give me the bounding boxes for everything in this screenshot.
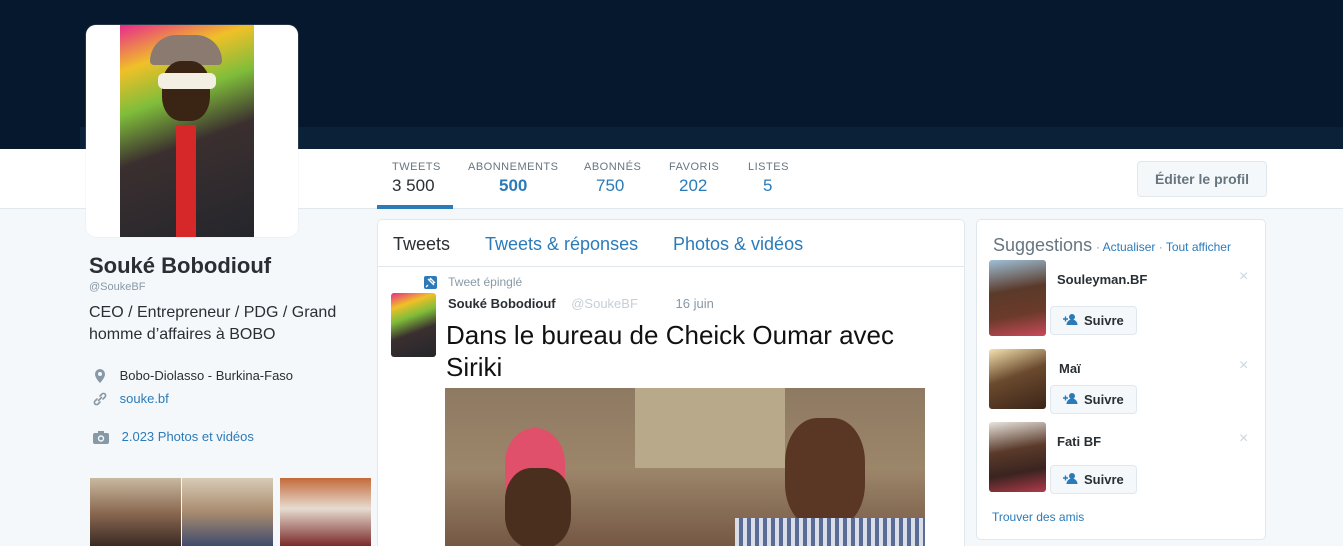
stat-label: ABONNEMENTS — [468, 161, 559, 173]
find-friends-link[interactable]: Trouver des amis — [992, 510, 1084, 524]
photo-person-right — [785, 418, 865, 528]
stat-value: 202 — [679, 176, 708, 195]
edit-profile-button[interactable]: Éditer le profil — [1137, 161, 1267, 197]
stat-value: 5 — [763, 176, 773, 195]
stat-label: FAVORIS — [669, 161, 720, 173]
profile-location: Bobo-Diolasso - Burkina-Faso — [92, 367, 293, 384]
tweet-text: Dans le bureau de Cheick Oumar avec Siri… — [446, 320, 895, 382]
tweet-photo[interactable] — [445, 388, 925, 546]
add-person-icon — [1063, 313, 1078, 328]
suggestions-panel: Suggestions · Actualiser · Tout afficher… — [976, 219, 1266, 540]
close-icon[interactable]: × — [1239, 430, 1248, 448]
profile-bio: CEO / Entrepreneur / PDG / Grand homme d… — [89, 304, 337, 343]
map-pin-icon — [92, 368, 108, 384]
photo-person-left — [505, 468, 571, 546]
suggestions-actions: · Actualiser · Tout afficher — [1096, 240, 1231, 254]
close-icon[interactable]: × — [1239, 268, 1248, 286]
pin-icon — [424, 276, 437, 290]
suggestion-item: Maï × Suivre — [989, 349, 1259, 425]
suggestion-item: Fati BF × Suivre — [989, 422, 1259, 498]
stat-tweets[interactable]: TWEETS 3 500 — [377, 161, 453, 209]
avatar-image — [120, 25, 254, 237]
tab-tweets[interactable]: Tweets — [393, 234, 450, 255]
follow-button[interactable]: Suivre — [1050, 306, 1137, 335]
tab-tweets-replies[interactable]: Tweets & réponses — [485, 234, 638, 255]
media-thumbnail[interactable] — [90, 478, 181, 546]
tweet-author[interactable]: Souké Bobodiouf — [448, 296, 556, 311]
stat-label: LISTES — [748, 161, 789, 173]
tweet-avatar[interactable] — [391, 293, 436, 357]
media-thumbnail[interactable] — [182, 478, 273, 546]
profile-handle: @SoukeBF — [89, 281, 146, 293]
follow-label: Suivre — [1084, 472, 1124, 487]
separator: · — [1096, 240, 1100, 254]
tweet-timestamp[interactable]: 16 juin — [676, 296, 714, 311]
profile-website: souke.bf — [92, 390, 169, 407]
stat-followers[interactable]: ABONNÉS 750 — [569, 161, 656, 209]
suggestion-avatar[interactable] — [989, 422, 1046, 492]
stat-favorites[interactable]: FAVORIS 202 — [654, 161, 734, 209]
tweet-handle: @SoukeBF — [571, 296, 638, 311]
refresh-link[interactable]: Actualiser — [1103, 240, 1156, 254]
profile-media: 2.023 Photos et vidéos — [92, 428, 254, 445]
stat-label: ABONNÉS — [584, 161, 642, 173]
separator: · — [1158, 240, 1163, 254]
close-icon[interactable]: × — [1239, 357, 1248, 375]
media-thumbnail[interactable] — [280, 478, 371, 546]
timeline: Tweets Tweets & réponses Photos & vidéos… — [377, 219, 965, 546]
link-icon — [92, 391, 108, 407]
suggestion-item: Souleyman.BF × Suivre — [989, 260, 1259, 336]
timeline-tabs: Tweets Tweets & réponses Photos & vidéos — [378, 220, 964, 267]
stat-value: 500 — [499, 176, 528, 195]
camera-icon — [92, 429, 110, 445]
tweet-header: Souké Bobodiouf @SoukeBF 16 juin — [448, 296, 714, 311]
website-link[interactable]: souke.bf — [120, 391, 169, 406]
stat-value: 750 — [596, 176, 625, 195]
add-person-icon — [1063, 392, 1078, 407]
suggestion-name[interactable]: Souleyman.BF — [1057, 272, 1147, 287]
suggestions-title: Suggestions — [993, 235, 1093, 255]
suggestion-avatar[interactable] — [989, 349, 1046, 409]
suggestion-name[interactable]: Maï — [1059, 361, 1081, 376]
follow-label: Suivre — [1084, 392, 1124, 407]
photos-videos-link[interactable]: 2.023 Photos et vidéos — [122, 429, 254, 444]
location-text: Bobo-Diolasso - Burkina-Faso — [119, 368, 294, 384]
avatar-face — [162, 61, 210, 121]
pinned-tweet-label: Tweet épinglé — [424, 275, 523, 290]
suggestion-avatar[interactable] — [989, 260, 1046, 336]
view-all-link[interactable]: Tout afficher — [1166, 240, 1231, 254]
follow-button[interactable]: Suivre — [1050, 385, 1137, 414]
profile-avatar[interactable] — [86, 25, 298, 237]
follow-label: Suivre — [1084, 313, 1124, 328]
photo-shirt — [735, 518, 925, 546]
stat-following[interactable]: ABONNEMENTS 500 — [453, 161, 573, 209]
stat-label: TWEETS — [392, 161, 441, 173]
avatar-tie — [176, 125, 196, 237]
add-person-icon — [1063, 472, 1078, 487]
suggestion-name[interactable]: Fati BF — [1057, 434, 1101, 449]
stat-value: 3 500 — [392, 176, 435, 195]
photo-shelf — [635, 388, 785, 468]
avatar-glasses — [158, 73, 216, 89]
stat-lists[interactable]: LISTES 5 — [733, 161, 804, 209]
follow-button[interactable]: Suivre — [1050, 465, 1137, 494]
profile-name[interactable]: Souké Bobodiouf — [89, 253, 271, 279]
pinned-text: Tweet épinglé — [448, 275, 523, 289]
tab-photos-videos[interactable]: Photos & vidéos — [673, 234, 803, 255]
